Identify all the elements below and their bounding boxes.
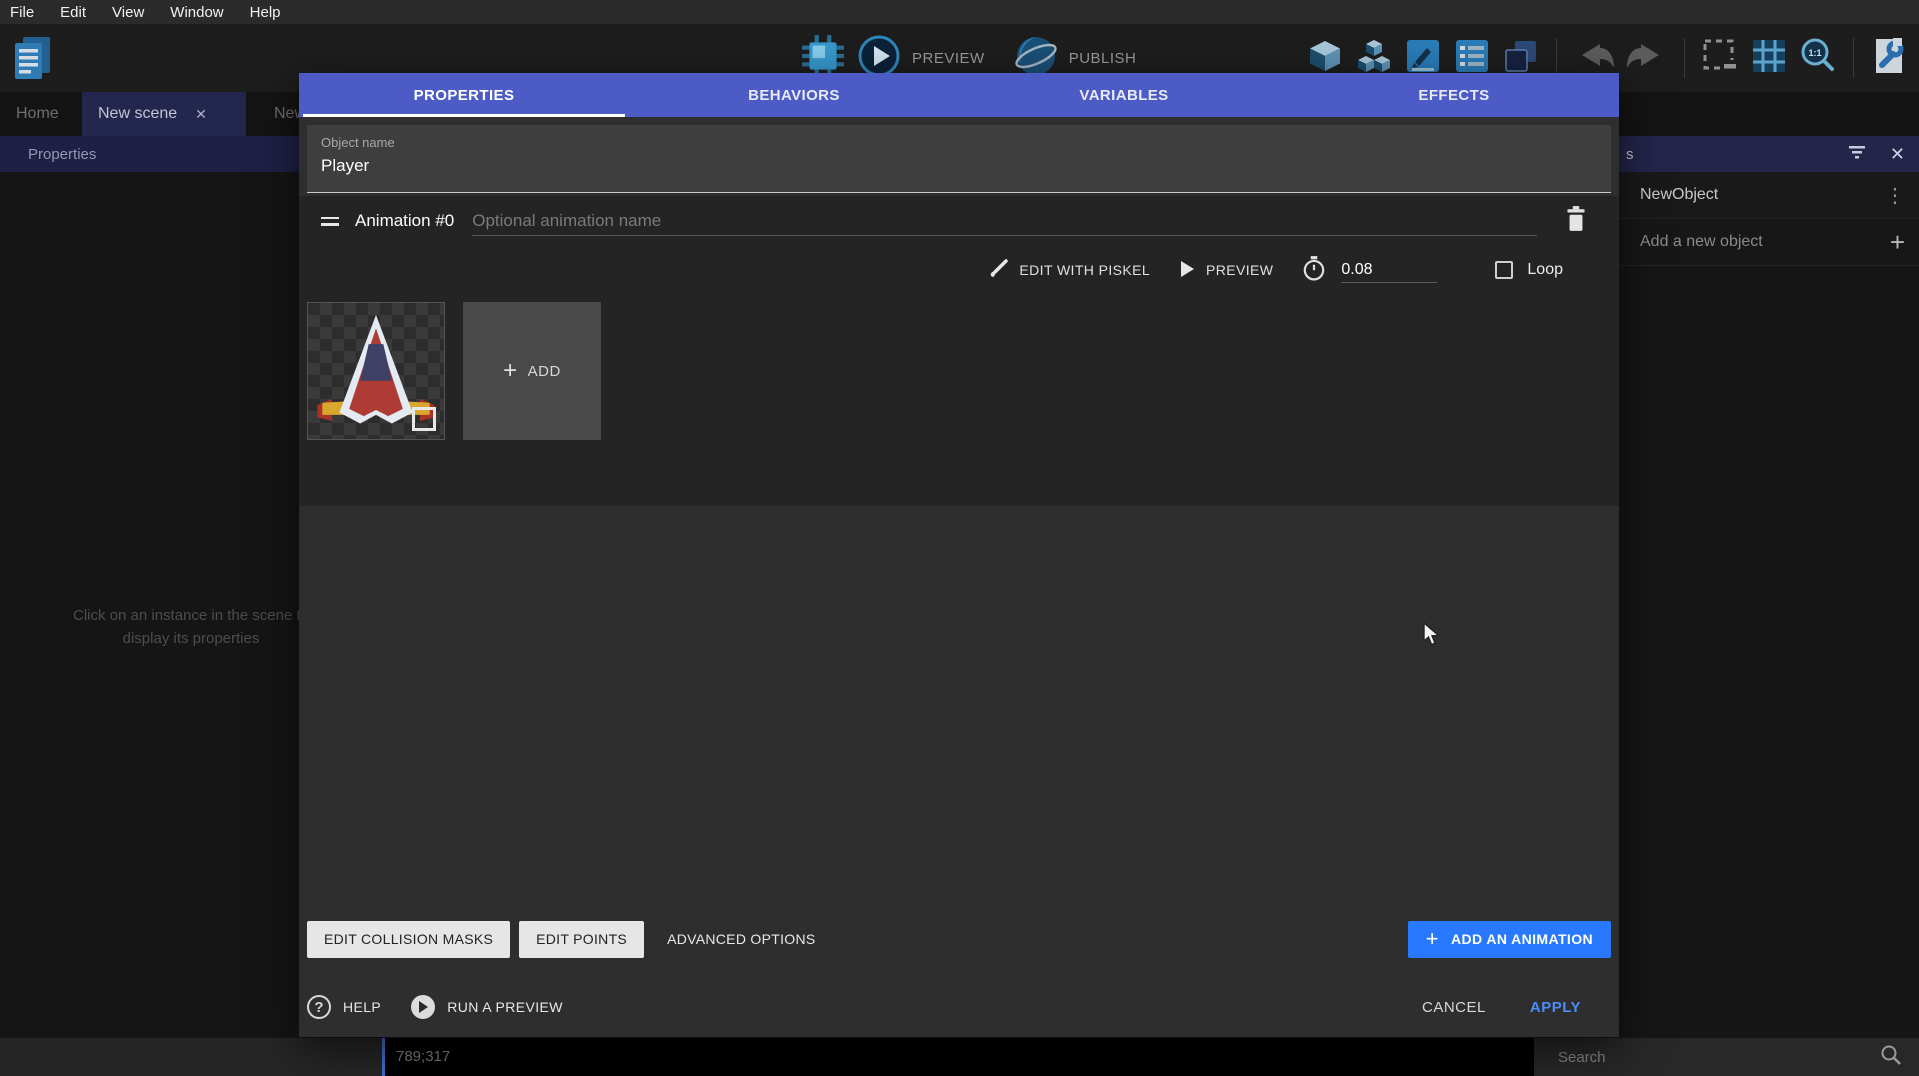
object-name-field[interactable]: Object name Player [307, 125, 1611, 193]
zoom-one-to-one-icon[interactable]: 1:1 [1798, 36, 1838, 81]
preview-animation-button[interactable]: PREVIEW [1178, 259, 1273, 282]
menu-bar: File Edit View Window Help [0, 0, 1919, 24]
object-name: NewObject [1640, 186, 1885, 204]
brush-icon [987, 258, 1009, 283]
menu-edit[interactable]: Edit [60, 4, 86, 21]
advanced-options-button[interactable]: ADVANCED OPTIONS [653, 921, 829, 958]
dialog-button-row: EDIT COLLISION MASKS EDIT POINTS ADVANCE… [307, 920, 1611, 958]
menu-view[interactable]: View [112, 4, 144, 21]
tab-variables-label: VARIABLES [1079, 87, 1168, 104]
add-new-object-row[interactable]: Add a new object + [1612, 219, 1919, 266]
toolbar-separator [1684, 38, 1685, 78]
close-panel-icon[interactable]: ✕ [1890, 144, 1905, 165]
loop-toggle[interactable]: Loop [1495, 261, 1563, 279]
edit-collision-masks-button[interactable]: EDIT COLLISION MASKS [307, 921, 510, 958]
project-manager-icon[interactable] [8, 32, 58, 84]
object-name-value[interactable]: Player [321, 156, 1597, 176]
search-icon [1879, 1043, 1903, 1072]
objects-panel-title-partial: s [1626, 146, 1634, 163]
frame-select-checkbox[interactable] [412, 407, 436, 431]
gdevelop-app: File Edit View Window Help [0, 0, 1919, 1076]
loop-checkbox[interactable] [1495, 261, 1513, 279]
edit-points-button[interactable]: EDIT POINTS [519, 921, 644, 958]
svg-text:1:1: 1:1 [1808, 48, 1821, 58]
objects-panel-header: s ✕ [1612, 136, 1919, 172]
tab-effects-label: EFFECTS [1418, 87, 1489, 104]
toolbar-separator [1556, 38, 1557, 78]
tab-home[interactable]: Home [0, 92, 75, 136]
scene-cursor-coordinates: 789;317 [396, 1048, 450, 1065]
scene-canvas[interactable]: 789;317 [382, 1038, 1534, 1076]
stopwatch-icon [1301, 255, 1327, 286]
animation-header-row: Animation #0 [299, 196, 1619, 246]
cancel-button[interactable]: CANCEL [1422, 999, 1486, 1016]
sprite-frame-thumbnail[interactable] [307, 302, 445, 440]
run-a-preview-button[interactable]: RUN A PREVIEW [411, 995, 563, 1019]
object-name-label: Object name [321, 135, 1597, 150]
drag-handle-icon[interactable] [321, 213, 339, 230]
help-label: HELP [343, 999, 381, 1015]
add-frame-button[interactable]: + ADD [463, 302, 601, 440]
add-an-animation-button[interactable]: + ADD AN ANIMATION [1408, 921, 1611, 958]
tab-new-scene[interactable]: New scene ✕ [82, 92, 246, 136]
scene-settings-wrench-icon[interactable] [1869, 36, 1909, 81]
plus-icon: + [1426, 926, 1439, 952]
tab-properties[interactable]: PROPERTIES [299, 73, 629, 117]
apply-button[interactable]: APPLY [1530, 999, 1581, 1016]
dialog-tab-bar: PROPERTIES BEHAVIORS VARIABLES EFFECTS [299, 73, 1619, 117]
run-preview-play-icon [411, 995, 435, 1019]
toolbar-separator [1853, 38, 1854, 78]
redo-icon[interactable] [1625, 36, 1669, 81]
edit-with-piskel-label: EDIT WITH PISKEL [1019, 262, 1150, 278]
menu-help[interactable]: Help [250, 4, 281, 21]
help-icon: ? [307, 995, 331, 1019]
add-new-object-label: Add a new object [1640, 233, 1890, 251]
panel-bottom-strip [0, 1038, 382, 1076]
object-list-item[interactable]: NewObject ⋮ [1612, 172, 1919, 219]
help-button[interactable]: ? HELP [307, 995, 381, 1019]
frames-row: + ADD [307, 302, 601, 440]
tab-properties-label: PROPERTIES [414, 87, 515, 104]
grid-icon[interactable] [1749, 36, 1789, 81]
animation-title: Animation #0 [355, 211, 454, 231]
tab-home-label: Home [16, 105, 59, 123]
play-icon [1178, 259, 1196, 282]
plus-icon: + [503, 357, 518, 385]
publish-button[interactable]: PUBLISH [1069, 50, 1137, 67]
run-a-preview-label: RUN A PREVIEW [447, 999, 563, 1015]
tab-close-icon[interactable]: ✕ [195, 106, 207, 123]
canvas-edge-highlight [382, 1038, 385, 1076]
menu-file[interactable]: File [10, 4, 34, 21]
tab-new-scene-label: New scene [98, 105, 177, 123]
animation-name-input[interactable] [472, 206, 1537, 236]
loop-label: Loop [1527, 261, 1563, 279]
filter-icon[interactable] [1846, 144, 1868, 164]
object-search-bar [1534, 1038, 1919, 1076]
deselect-icon[interactable] [1700, 36, 1740, 81]
preview-button[interactable]: PREVIEW [912, 50, 985, 67]
menu-window[interactable]: Window [170, 4, 223, 21]
object-editor-dialog: PROPERTIES BEHAVIORS VARIABLES EFFECTS O… [299, 73, 1619, 1037]
plus-icon[interactable]: + [1890, 227, 1905, 258]
add-an-animation-label: ADD AN ANIMATION [1451, 931, 1593, 947]
edit-with-piskel-button[interactable]: EDIT WITH PISKEL [987, 258, 1150, 283]
add-frame-label: ADD [528, 363, 561, 380]
dialog-actions-row: ? HELP RUN A PREVIEW CANCEL APPLY [307, 985, 1611, 1029]
delete-animation-trash-icon[interactable] [1563, 205, 1589, 238]
search-input[interactable] [1558, 1049, 1879, 1066]
animation-tools-row: EDIT WITH PISKEL PREVIEW [299, 248, 1619, 292]
tab-effects[interactable]: EFFECTS [1289, 73, 1619, 117]
objects-panel: s ✕ NewObject ⋮ Add a new object + [1612, 136, 1919, 1038]
tab-variables[interactable]: VARIABLES [959, 73, 1289, 117]
tab-behaviors[interactable]: BEHAVIORS [629, 73, 959, 117]
tab-behaviors-label: BEHAVIORS [748, 87, 840, 104]
properties-panel-title: Properties [28, 146, 96, 163]
mouse-cursor [1422, 622, 1444, 651]
preview-animation-label: PREVIEW [1206, 262, 1273, 278]
animation-panel: Animation #0 [299, 196, 1619, 506]
kebab-menu-icon[interactable]: ⋮ [1885, 183, 1905, 208]
time-between-frames-input[interactable] [1341, 257, 1437, 283]
